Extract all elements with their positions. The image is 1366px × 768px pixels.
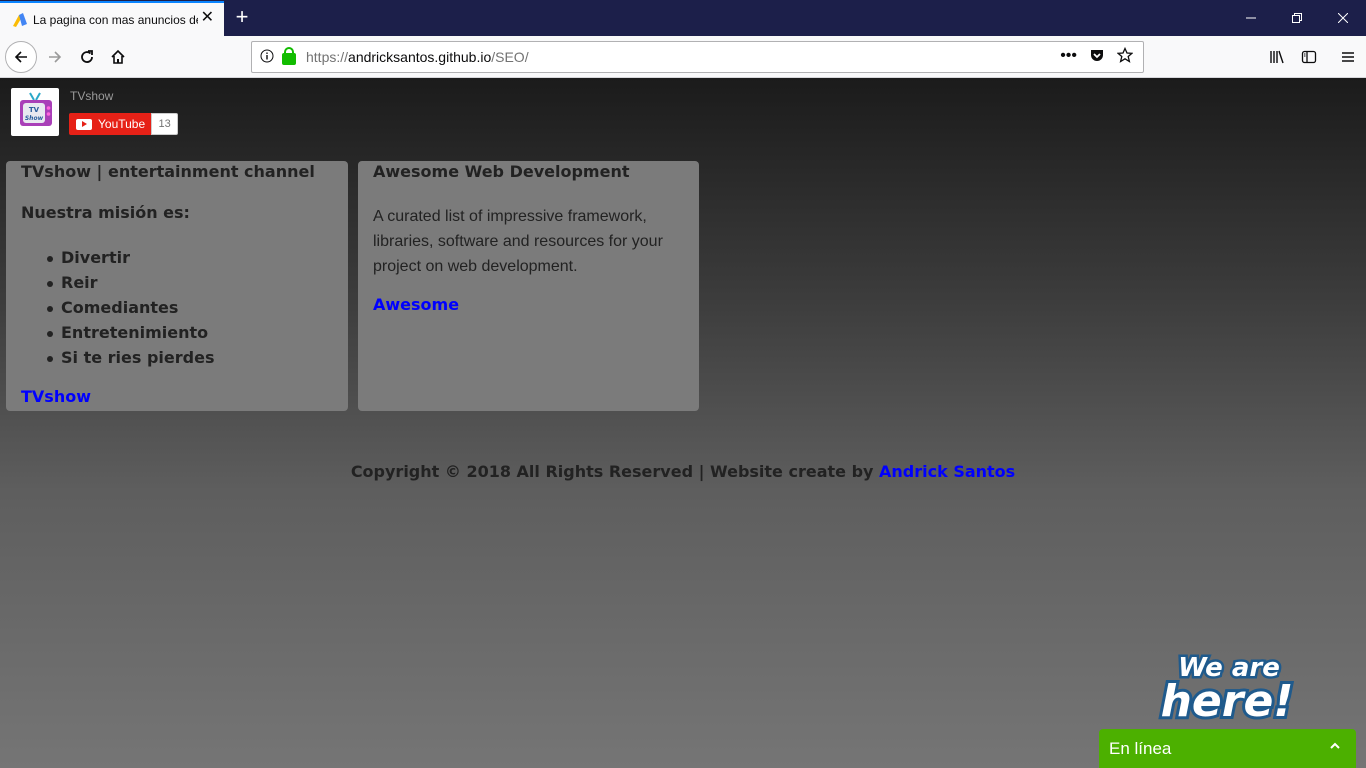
svg-text:TV: TV [29, 106, 40, 114]
channel-name[interactable]: TVshow [70, 89, 113, 103]
home-icon [111, 49, 125, 64]
forward-button[interactable] [40, 42, 70, 72]
list-item: Si te ries pierdes [45, 345, 333, 370]
home-button[interactable] [103, 42, 133, 72]
tab-bar: La pagina con mas anuncios de ✕ + [0, 0, 1366, 36]
page-content: TV Show TVshow YouTube 13 TVshow | enter… [0, 78, 1366, 768]
svg-text:here!: here! [1161, 676, 1294, 724]
we-are-here-badge[interactable]: We are here! [1153, 648, 1301, 731]
back-button[interactable] [5, 41, 37, 73]
reload-button[interactable] [72, 42, 102, 72]
sidebar-icon [1301, 50, 1317, 64]
bookmark-star-icon[interactable] [1116, 46, 1134, 68]
page-actions-icon[interactable]: ••• [1060, 47, 1077, 68]
awesome-card: Awesome Web Development A curated list o… [358, 161, 699, 411]
list-item: Entretenimiento [45, 320, 333, 345]
address-bar[interactable]: https://andricksantos.github.io/SEO/ ••• [251, 41, 1144, 73]
forward-arrow-icon [49, 51, 62, 63]
youtube-label: YouTube [98, 117, 146, 131]
library-button[interactable] [1262, 42, 1292, 72]
youtube-subscribe-button[interactable]: YouTube 13 [69, 113, 179, 135]
card-description: A curated list of impressive framework, … [373, 208, 663, 275]
svg-text:Show: Show [25, 115, 44, 122]
youtube-play-icon [76, 118, 92, 130]
youtube-button-label-area[interactable]: YouTube [69, 113, 152, 135]
tab-active[interactable]: La pagina con mas anuncios de ✕ [0, 1, 224, 36]
sidebar-button[interactable] [1294, 42, 1324, 72]
tab-title: La pagina con mas anuncios de [33, 12, 198, 27]
url-host: andricksantos.github.io [348, 49, 492, 65]
minimize-icon[interactable] [1228, 0, 1274, 36]
awesome-link[interactable]: Awesome [373, 295, 684, 314]
hamburger-menu-icon [1342, 52, 1354, 62]
card-title: TVshow | entertainment channel [21, 162, 315, 181]
tvshow-card: TVshow | entertainment channel Nuestra m… [6, 161, 348, 411]
chevron-up-icon[interactable] [1330, 741, 1340, 751]
library-icon [1270, 50, 1284, 64]
tv-logo-icon: TV Show [20, 92, 52, 126]
navigation-toolbar: https://andricksantos.github.io/SEO/ ••• [0, 36, 1366, 78]
back-arrow-icon [14, 51, 27, 63]
tab-close-icon[interactable]: ✕ [201, 10, 214, 26]
subscriber-count: 13 [151, 113, 179, 135]
we-are-here-graphic: We are here! [1158, 651, 1297, 731]
lock-icon[interactable] [282, 47, 296, 65]
new-tab-button[interactable]: + [230, 4, 254, 30]
card-title: Awesome Web Development [373, 162, 630, 181]
menu-button[interactable] [1333, 42, 1363, 72]
mission-heading: Nuestra misión es: [21, 203, 190, 222]
adsense-favicon-icon [12, 12, 28, 28]
pocket-icon[interactable] [1089, 47, 1105, 68]
mission-list: Divertir Reir Comediantes Entretenimient… [45, 245, 333, 370]
close-window-icon[interactable] [1320, 0, 1366, 36]
site-info-icon[interactable] [260, 49, 278, 66]
reload-icon [81, 50, 93, 63]
author-link[interactable]: Andrick Santos [879, 462, 1015, 481]
list-item: Divertir [45, 245, 333, 270]
footer: Copyright © 2018 All Rights Reserved | W… [0, 462, 1366, 481]
chat-status: En línea [1109, 739, 1172, 758]
tvshow-link[interactable]: TVshow [21, 387, 333, 406]
copyright-text: Copyright © 2018 All Rights Reserved | W… [350, 462, 880, 481]
url-path: /SEO/ [491, 49, 529, 65]
list-item: Comediantes [45, 295, 333, 320]
tvshow-channel-logo[interactable]: TV Show [11, 88, 59, 136]
chat-widget-bar[interactable]: En línea [1099, 729, 1356, 768]
restore-icon[interactable] [1274, 0, 1320, 36]
list-item: Reir [45, 270, 333, 295]
url-scheme: https:// [306, 49, 349, 65]
url-text: https://andricksantos.github.io/SEO/ [306, 49, 529, 65]
